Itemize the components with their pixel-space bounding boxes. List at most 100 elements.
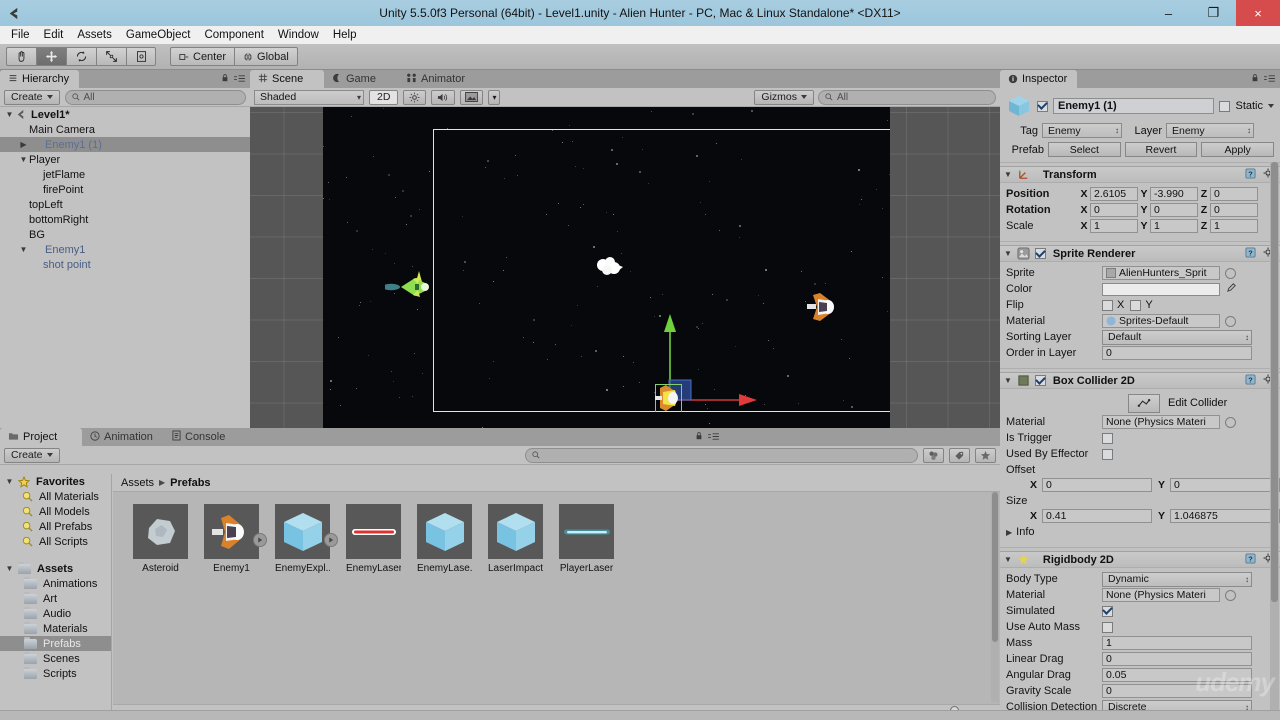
project-search-input[interactable] [524, 447, 918, 463]
hierarchy-create-button[interactable]: Create [4, 89, 60, 105]
lock-icon[interactable] [1251, 73, 1259, 83]
foldout-down-icon[interactable]: ▼ [1004, 170, 1012, 179]
static-checkbox[interactable] [1219, 100, 1231, 112]
foldout-down-icon[interactable]: ▼ [18, 155, 29, 164]
component-help-icon[interactable]: ? [1245, 167, 1256, 182]
static-caret-icon[interactable] [1268, 104, 1274, 108]
component-enabled-checkbox[interactable] [1034, 375, 1046, 386]
use-auto-mass-checkbox[interactable] [1102, 621, 1113, 633]
hierarchy-menu-icon[interactable] [233, 74, 246, 83]
foldout-down-icon[interactable]: ▼ [1004, 376, 1012, 385]
body-type-dropdown[interactable]: Dynamic ↕ [1102, 571, 1252, 587]
hierarchy-item-player[interactable]: ▼ Player [0, 152, 250, 167]
tree-folder-animations[interactable]: Animations [0, 576, 111, 591]
space-mode-button[interactable]: Global [234, 47, 298, 66]
foldout-right-icon[interactable]: ▶ [18, 140, 29, 149]
foldout-right-icon[interactable]: ▶ [1006, 528, 1012, 537]
size-x-input[interactable]: 0.41 [1042, 509, 1152, 523]
hierarchy-item-main-camera[interactable]: Main Camera [0, 122, 250, 137]
edit-collider-button[interactable] [1128, 393, 1160, 413]
hierarchy-item-firepoint[interactable]: firePoint [0, 182, 250, 197]
prefab-badge-icon[interactable] [324, 533, 338, 547]
tree-favorites[interactable]: ▼ Favorites [0, 474, 111, 489]
menu-item-file[interactable]: File [4, 28, 37, 42]
hierarchy-item-topleft[interactable]: topLeft [0, 197, 250, 212]
material-object-picker[interactable] [1225, 315, 1236, 327]
tree-folder-materials[interactable]: Materials [0, 621, 111, 636]
position-z-input[interactable]: 0 [1210, 187, 1258, 201]
breadcrumb-item-prefabs[interactable]: Prefabs [170, 477, 210, 489]
asset-item-laserimpact[interactable]: LaserImpact [488, 504, 543, 574]
selected-enemy-gizmo[interactable] [653, 302, 793, 415]
offset-x-input[interactable]: 0 [1042, 478, 1152, 492]
component-header-box-collider-2d[interactable]: ▼ Box Collider 2D? [1000, 372, 1280, 389]
object-name-input[interactable]: Enemy1 (1) [1053, 98, 1215, 114]
tag-dropdown[interactable]: Enemy ↕ [1042, 123, 1122, 138]
tab-console[interactable]: Console [164, 428, 246, 446]
menu-item-assets[interactable]: Assets [70, 28, 119, 42]
breadcrumb-item-assets[interactable]: Assets [121, 477, 154, 489]
prefab-select-button[interactable]: Select [1048, 142, 1121, 157]
sprite-object-field[interactable]: AlienHunters_Sprit [1102, 266, 1220, 280]
menu-item-help[interactable]: Help [326, 28, 364, 42]
component-help-icon[interactable]: ? [1245, 246, 1256, 261]
asset-item-asteroid[interactable]: Asteroid [133, 504, 188, 574]
gizmos-button[interactable]: Gizmos [754, 89, 814, 105]
lighting-toggle-button[interactable] [403, 89, 427, 105]
component-header-sprite-renderer[interactable]: ▼ Sprite Renderer? [1000, 245, 1280, 262]
audio-toggle-button[interactable] [431, 89, 456, 105]
close-button[interactable]: × [1236, 0, 1280, 26]
scale-z-input[interactable]: 1 [1210, 219, 1258, 233]
prefab-badge-icon[interactable] [253, 533, 267, 547]
tree-favorite-all-prefabs[interactable]: All Prefabs [0, 519, 111, 534]
linear-drag-input[interactable]: 0 [1102, 652, 1252, 666]
tree-folder-scenes[interactable]: Scenes [0, 651, 111, 666]
rotation-x-input[interactable]: 0 [1090, 203, 1138, 217]
order-in-layer-input[interactable]: 0 [1102, 346, 1252, 360]
rotation-z-input[interactable]: 0 [1210, 203, 1258, 217]
is-trigger-checkbox[interactable] [1102, 432, 1113, 444]
tab-game[interactable]: Game [324, 70, 398, 88]
shading-mode-dropdown[interactable]: Shaded ▾ [254, 89, 364, 105]
tab-animator[interactable]: Animator [398, 70, 476, 88]
flip-x-checkbox[interactable] [1102, 299, 1113, 311]
used-by-effector-checkbox[interactable] [1102, 448, 1113, 460]
foldout-down-icon[interactable]: ▼ [4, 564, 15, 573]
project-scrollbar[interactable] [991, 492, 999, 702]
tab-scene[interactable]: Scene [250, 70, 324, 88]
scene-viewport[interactable] [250, 107, 1000, 428]
flip-y-checkbox[interactable] [1130, 299, 1142, 311]
asset-item-enemy1[interactable]: Enemy1 [204, 504, 267, 574]
lock-icon[interactable] [221, 73, 229, 83]
tree-favorite-all-materials[interactable]: All Materials [0, 489, 111, 504]
simulated-checkbox[interactable] [1102, 605, 1113, 617]
prefab-revert-button[interactable]: Revert [1124, 142, 1198, 157]
lock-icon[interactable] [695, 431, 703, 441]
position-y-input[interactable]: -3.990 [1150, 187, 1198, 201]
tree-assets[interactable]: ▼ Assets [0, 561, 111, 576]
layer-dropdown[interactable]: Enemy ↕ [1166, 123, 1254, 138]
scale-y-input[interactable]: 1 [1150, 219, 1198, 233]
object-enabled-checkbox[interactable] [1037, 100, 1048, 112]
component-enabled-checkbox[interactable] [1034, 248, 1046, 259]
hierarchy-item-enemy1-1-[interactable]: ▶ Enemy1 (1) [0, 137, 250, 152]
tree-folder-prefabs[interactable]: Prefabs [0, 636, 111, 651]
filter-type-button[interactable] [923, 447, 944, 463]
inspector-menu-icon[interactable] [1263, 74, 1276, 83]
tree-folder-audio[interactable]: Audio [0, 606, 111, 621]
offset-y-input[interactable]: 0 [1170, 478, 1280, 492]
scene-search-input[interactable]: All [818, 89, 996, 105]
scale-x-input[interactable]: 1 [1090, 219, 1138, 233]
tree-favorite-all-models[interactable]: All Models [0, 504, 111, 519]
hierarchy-search-input[interactable]: All [64, 89, 246, 105]
foldout-down-icon[interactable]: ▼ [1004, 555, 1012, 564]
hierarchy-item-level1-[interactable]: ▼ Level1* [0, 107, 250, 122]
foldout-down-icon[interactable]: ▼ [4, 477, 15, 486]
component-header-transform[interactable]: ▼ Transform? [1000, 166, 1280, 183]
hierarchy-item-bottomright[interactable]: bottomRight [0, 212, 250, 227]
tab-project[interactable]: Project [0, 428, 82, 446]
tree-folder-scripts[interactable]: Scripts [0, 666, 111, 681]
component-help-icon[interactable]: ? [1245, 552, 1256, 567]
hierarchy-item-enemy1[interactable]: ▼ Enemy1 [0, 242, 250, 257]
foldout-down-icon[interactable]: ▼ [4, 110, 15, 119]
